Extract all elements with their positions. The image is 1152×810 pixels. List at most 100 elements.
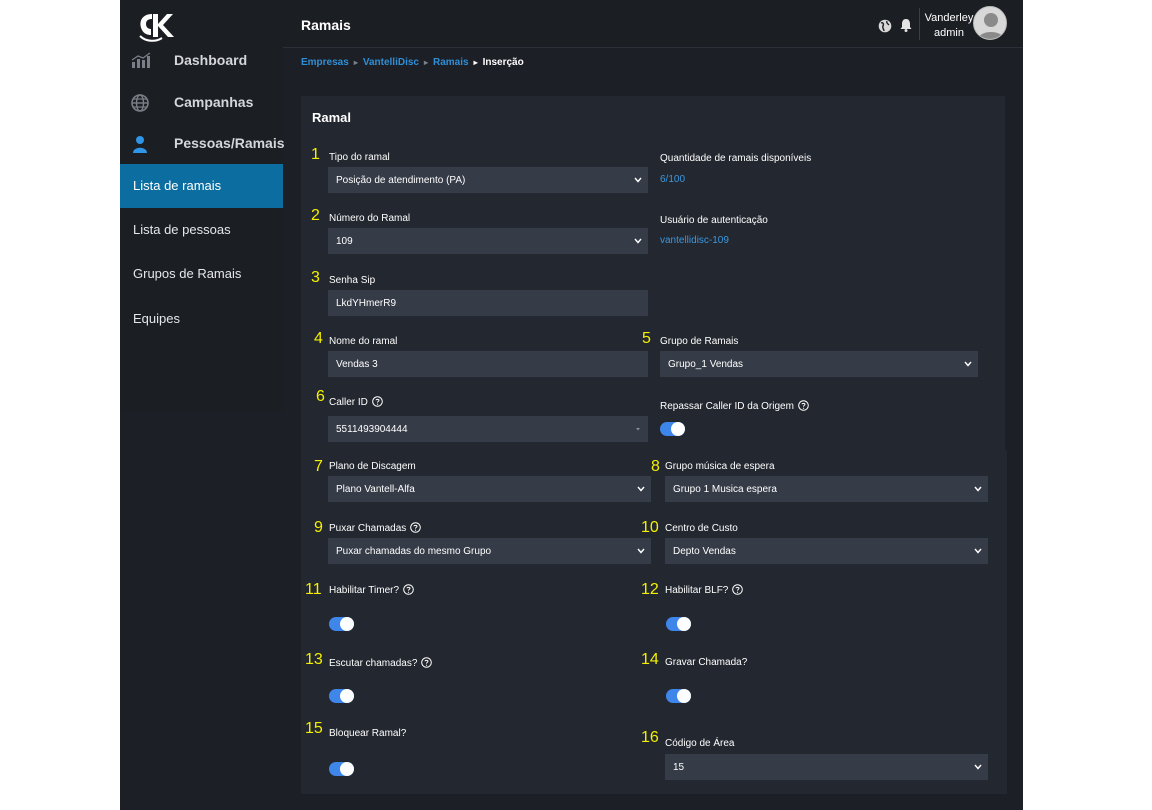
annotation-number: 12 [641,581,659,598]
codigo-area-value: 15 [673,762,685,773]
help-circle-icon[interactable] [410,522,422,533]
caret-down-icon [634,424,642,434]
sidebar-item-lista-de-ramais[interactable]: Lista de ramais [120,164,283,208]
numero-ramal-value: 109 [336,236,353,247]
toggle-knob [340,689,354,703]
tipo-ramal-select[interactable]: Posição de atendimento (PA) [328,167,648,193]
user-role: admin [934,27,964,39]
notification-bell-icon[interactable] [900,18,912,32]
divider [919,8,920,40]
tipo-ramal-label: Tipo do ramal [329,152,390,163]
breadcrumb-separator-icon: ▸ [423,58,428,67]
annotation-number: 16 [641,729,659,746]
chevron-down-icon [974,546,982,556]
chevron-down-icon [964,359,972,369]
grupo-musica-value: Grupo 1 Musica espera [673,484,777,495]
sidebar-item-pessoas-ramais[interactable]: Pessoas/Ramais [120,125,285,161]
sidebar-item-equipes[interactable]: Equipes [120,297,283,341]
centro-custo-label: Centro de Custo [665,523,738,534]
repassar-label-group: Repassar Caller ID da Origem [660,400,809,413]
user-name[interactable]: Vanderley [922,11,976,25]
nome-ramal-value: Vendas 3 [336,359,378,370]
nome-ramal-input[interactable]: Vendas 3 [328,351,648,377]
habilitar-blf-label: Habilitar BLF? [665,585,729,596]
gravar-chamada-toggle[interactable] [666,689,691,703]
breadcrumb-link-ramais[interactable]: Ramais [433,57,469,68]
logo[interactable] [136,10,176,46]
sidebar-item-grupos-de-ramais[interactable]: Grupos de Ramais [120,252,283,296]
bloquear-ramal-toggle[interactable] [329,762,354,776]
globe-icon [131,94,149,112]
grupo-ramais-value: Grupo_1 Vendas [668,359,744,370]
sidebar-item-label: Lista de ramais [133,178,222,193]
grupo-musica-label: Grupo música de espera [665,461,775,472]
chevron-down-icon [634,236,642,246]
timer-label-group: Habilitar Timer? [329,584,414,597]
escutar-chamadas-label: Escutar chamadas? [329,658,418,669]
sidebar-item-lista-de-pessoas[interactable]: Lista de pessoas [120,208,283,252]
numero-ramal-select[interactable]: 109 [328,228,648,254]
annotation-number: 2 [311,207,320,224]
help-circle-icon[interactable] [732,584,744,595]
form-title: Ramal [312,110,352,125]
breadcrumb-link-company[interactable]: VantelliDisc [363,57,419,68]
centro-custo-select[interactable]: Depto Vendas [665,538,988,564]
caller-id-label: Caller ID [329,397,368,408]
help-circle-icon[interactable] [421,657,433,668]
sidebar-item-dashboard[interactable]: Dashboard [120,42,283,78]
escutar-chamadas-toggle[interactable] [329,689,354,703]
page-title: Ramais [301,17,351,33]
annotation-number: 4 [314,330,323,347]
help-circle-icon[interactable] [372,396,383,407]
annotation-number: 3 [311,269,320,286]
help-circle-icon[interactable] [403,584,414,595]
caller-id-select[interactable]: 5511493904444 [328,416,648,442]
habilitar-timer-label: Habilitar Timer? [329,585,400,596]
language-globe-icon[interactable] [878,19,892,33]
repassar-caller-id-toggle[interactable] [660,422,685,436]
repassar-caller-id-label: Repassar Caller ID da Origem [660,401,794,412]
toggle-knob [671,422,685,436]
sidebar-item-label: Dashboard [174,52,248,68]
grupo-ramais-label: Grupo de Ramais [660,336,739,347]
usuario-autenticacao-value: vantellidisc-109 [660,235,729,246]
grupo-ramais-select[interactable]: Grupo_1 Vendas [660,351,978,377]
annotation-number: 8 [651,458,660,475]
plano-discagem-select[interactable]: Plano Vantell-Alfa [328,476,651,502]
avatar[interactable] [973,6,1007,40]
ramal-form-panel-lower: 7 Plano de Discagem Plano Vantell-Alfa 8… [301,450,1007,794]
habilitar-timer-toggle[interactable] [329,617,354,631]
gravar-chamada-label: Gravar Chamada? [665,657,748,668]
nome-ramal-label: Nome do ramal [329,336,398,347]
codigo-area-select[interactable]: 15 [665,754,988,780]
centro-custo-value: Depto Vendas [673,546,736,557]
sidebar-item-label: Equipes [133,311,180,326]
annotation-number: 13 [305,651,323,668]
codigo-area-label: Código de Área [665,738,735,749]
toggle-knob [340,617,354,631]
puxar-chamadas-select[interactable]: Puxar chamadas do mesmo Grupo [328,538,651,564]
breadcrumb-link-empresas[interactable]: Empresas [301,57,349,68]
sidebar: Dashboard Campanhas Pessoas/Ramais Lista… [120,0,285,412]
grupo-musica-select[interactable]: Grupo 1 Musica espera [665,476,988,502]
blf-label-group: Habilitar BLF? [665,584,744,597]
sidebar-item-campanhas[interactable]: Campanhas [120,84,283,120]
senha-sip-input[interactable]: LkdYHmerR9 [328,290,648,316]
sidebar-item-label: Lista de pessoas [133,222,231,237]
annotation-number: 9 [314,519,323,536]
sidebar-item-label: Pessoas/Ramais [174,135,285,151]
escutar-label-group: Escutar chamadas? [329,657,433,670]
chevron-down-icon [634,175,642,185]
breadcrumb-separator-icon: ▸ [353,58,358,67]
chevron-down-icon [974,762,982,772]
toggle-knob [340,762,354,776]
help-circle-icon[interactable] [798,400,809,411]
person-icon [131,135,149,153]
caller-id-value: 5511493904444 [336,424,408,435]
habilitar-blf-toggle[interactable] [666,617,691,631]
breadcrumb: Empresas ▸ VantelliDisc ▸ Ramais ▸ Inserção [301,57,524,68]
app-window: Dashboard Campanhas Pessoas/Ramais Lista… [120,0,1023,810]
annotation-number: 5 [642,330,651,347]
annotation-number: 11 [305,581,322,598]
sidebar-footer-area [120,412,283,810]
